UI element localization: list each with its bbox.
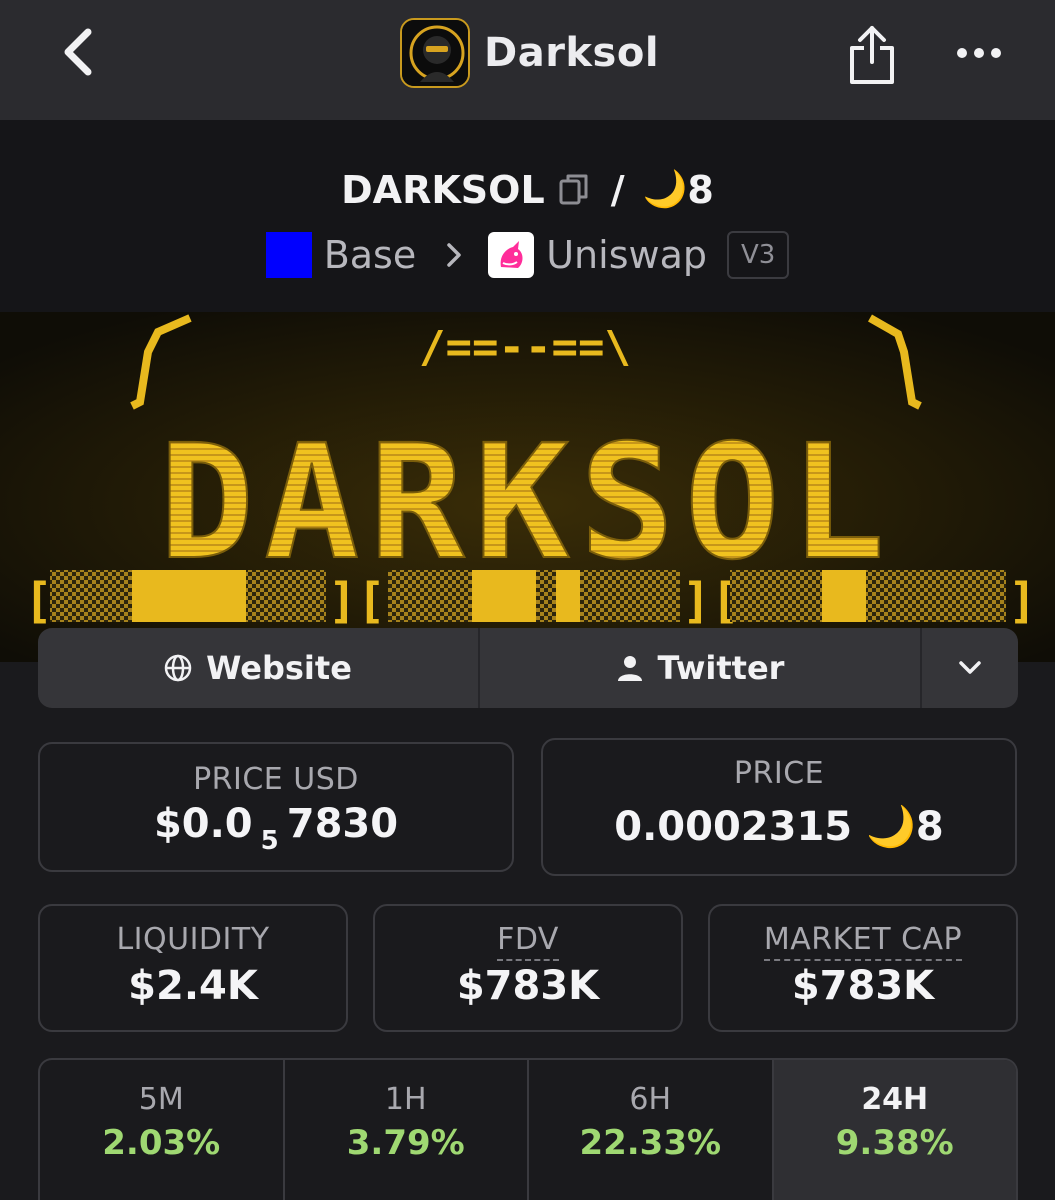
website-label: Website [206,649,352,687]
tab-label: 24H [861,1082,929,1117]
timeframe-tabs: 5M 2.03% 1H 3.79% 6H 22.33% 24H 9.38% [38,1058,1018,1200]
svg-text:[: [ [24,573,53,629]
more-button[interactable] [954,35,1004,71]
fdv-label[interactable]: FDV [497,922,559,961]
price-native-label: PRICE [733,756,825,791]
token-title: Darksol [400,18,659,88]
price-native-value: 0.0002315 🌙8 [614,804,944,850]
twitter-label: Twitter [657,649,785,687]
chevron-down-icon [959,661,981,674]
tab-label: 5M [138,1082,184,1117]
tab-label: 6H [629,1082,672,1117]
crescent-moon-icon: 🌙 [642,169,688,210]
liquidity-label: LIQUIDITY [116,922,270,957]
more-links-dropdown[interactable] [922,628,1018,708]
banner-logo-text: DARKSOL [159,411,895,595]
tab-change-value: 9.38% [835,1123,954,1163]
tab-24h[interactable]: 24H 9.38% [773,1060,1016,1200]
price-usd-value: $0.0 5 7830 [153,801,399,856]
market-cap-value: $783K [791,963,935,1009]
base-token-symbol: DARKSOL [341,168,545,212]
pair-name-row: DARKSOL / 🌙 8 [0,164,1055,216]
user-icon [617,656,642,681]
share-icon [850,26,894,84]
chain-dex-row: Base Uniswap V3 [0,230,1055,280]
pair-header: DARKSOL / 🌙 8 Base Uniswap V3 [0,120,1055,312]
page-title: Darksol [484,30,660,76]
website-button[interactable]: Website [38,628,480,708]
back-chevron-icon [64,28,92,76]
tab-change-value: 22.33% [579,1123,722,1163]
chevron-right-icon [447,243,461,267]
quote-token-symbol: 8 [687,168,714,212]
social-links-bar: Website Twitter [38,628,1018,708]
dex-name[interactable]: Uniswap [546,233,707,277]
more-dots-icon [957,48,1001,58]
dex-version-badge: V3 [726,231,790,279]
fdv-value: $783K [456,963,600,1009]
liquidity-value: $2.4K [128,963,258,1009]
chain-name[interactable]: Base [324,233,417,277]
tab-label: 1H [384,1082,427,1117]
price-usd-label: PRICE USD [193,762,359,797]
tab-change-value: 3.79% [346,1123,465,1163]
price-native-card: PRICE 0.0002315 🌙8 [541,738,1017,876]
back-button[interactable] [50,22,110,82]
share-button[interactable] [846,20,898,86]
token-avatar [400,18,470,88]
pair-separator: / [610,168,625,212]
tab-5m[interactable]: 5M 2.03% [40,1060,285,1200]
fdv-card[interactable]: FDV $783K [373,904,683,1032]
tab-change-value: 2.03% [102,1123,221,1163]
base-chain-icon [265,232,312,278]
top-nav-bar: Darksol [0,0,1055,120]
tab-6h[interactable]: 6H 22.33% [529,1060,774,1200]
svg-text:][: ][ [328,573,386,629]
token-banner: /==--==\ DARKSOL [ ][ ][ ] [0,312,1055,662]
tab-1h[interactable]: 1H 3.79% [285,1060,529,1200]
uniswap-unicorn-icon [488,232,535,278]
banner-ascii-art: /==--==\ [419,322,631,373]
liquidity-card: LIQUIDITY $2.4K [38,904,348,1032]
market-cap-card[interactable]: MARKET CAP $783K [708,904,1018,1032]
crescent-moon-icon: 🌙 [866,804,916,850]
globe-icon [164,654,192,682]
price-usd-card: PRICE USD $0.0 5 7830 [38,742,514,872]
twitter-button[interactable]: Twitter [480,628,922,708]
market-cap-label[interactable]: MARKET CAP [763,922,963,961]
svg-text:]: ] [1008,573,1037,629]
copy-icon[interactable] [559,173,589,207]
